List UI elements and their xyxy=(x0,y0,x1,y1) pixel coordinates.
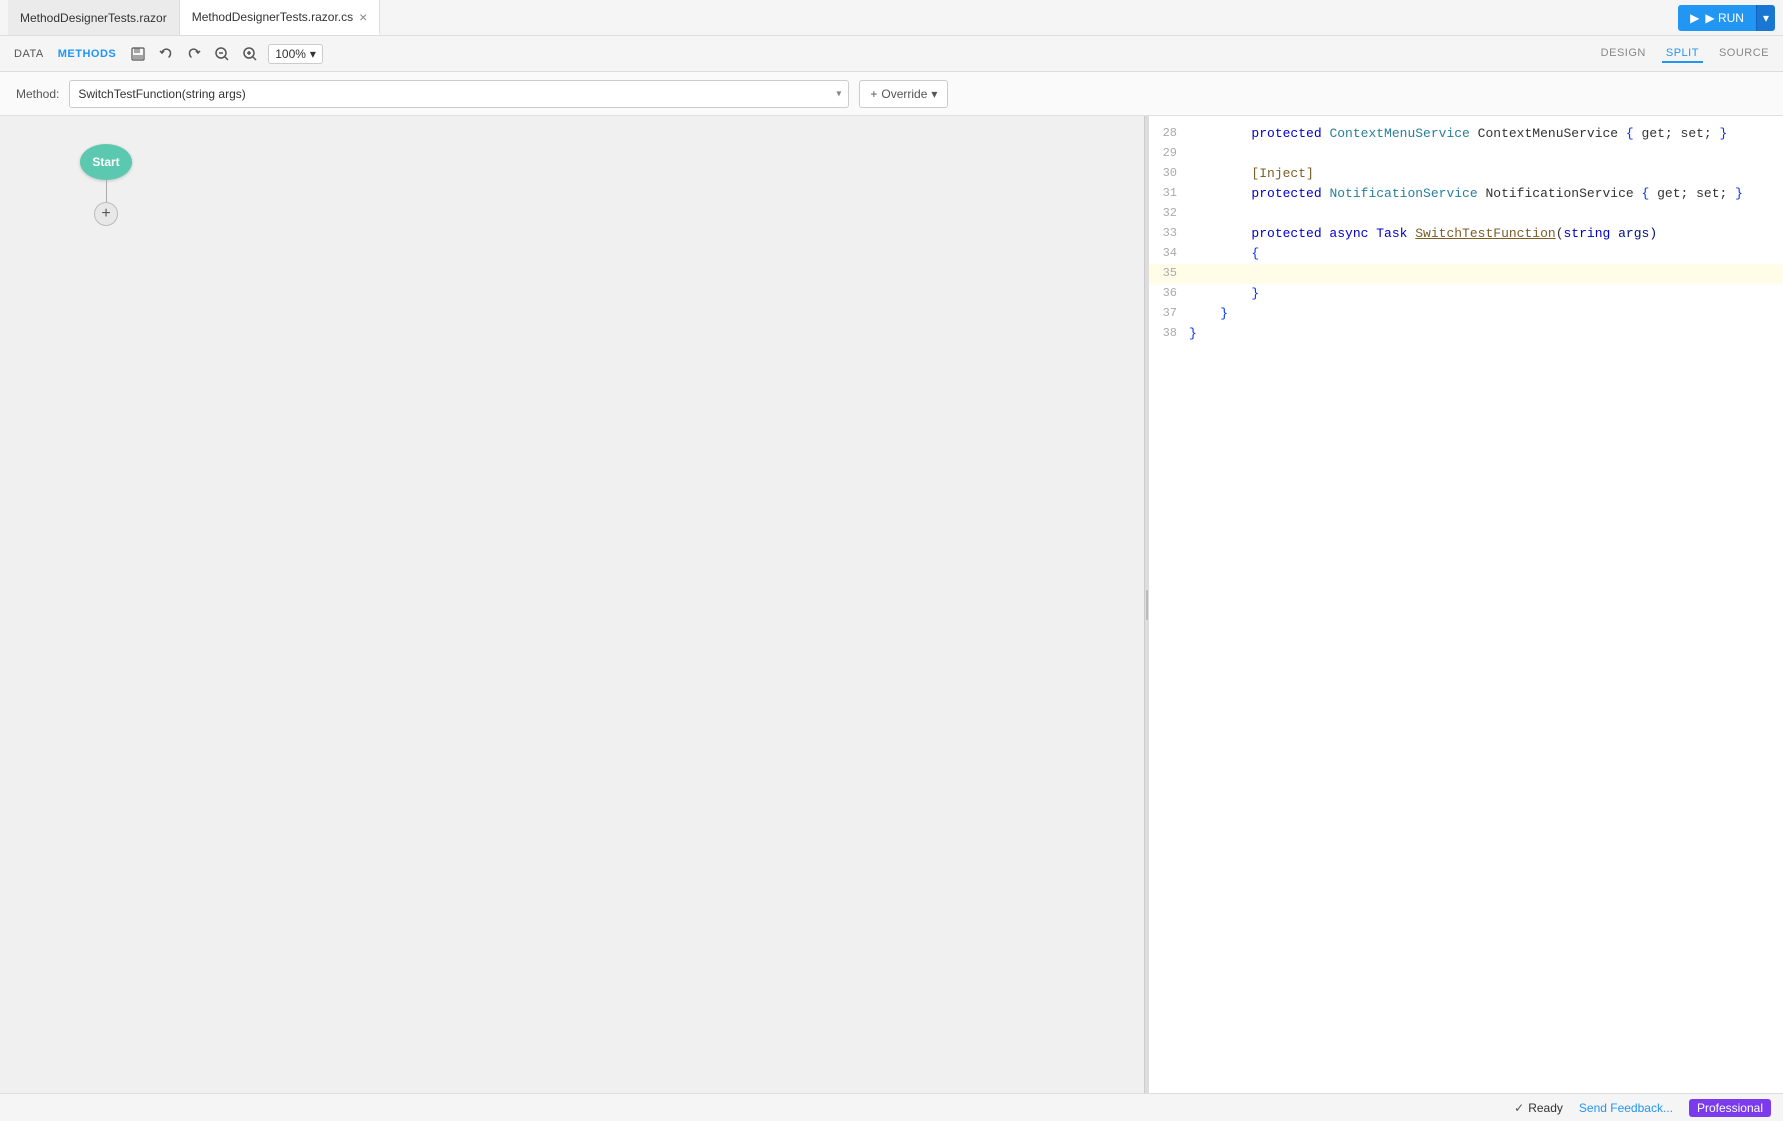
line-content-35 xyxy=(1189,264,1783,284)
zoom-in-icon xyxy=(242,46,258,62)
main-content: Start + 28 protected ContextMenuService … xyxy=(0,116,1783,1093)
line-content-37: } xyxy=(1189,304,1783,324)
ready-label: Ready xyxy=(1528,1101,1563,1115)
tab-design[interactable]: DESIGN xyxy=(1597,45,1650,63)
zoom-level: 100% xyxy=(275,47,306,61)
code-line-38: 38 } xyxy=(1149,324,1783,344)
start-node: Start + xyxy=(80,144,132,226)
line-number-36: 36 xyxy=(1149,284,1189,302)
code-line-32: 32 xyxy=(1149,204,1783,224)
code-line-35: 35 xyxy=(1149,264,1783,284)
close-tab-icon[interactable]: × xyxy=(359,10,367,24)
status-bar: ✓ Ready Send Feedback... Professional xyxy=(0,1093,1783,1121)
line-content-32 xyxy=(1189,204,1783,224)
line-number-35: 35 xyxy=(1149,264,1189,282)
code-editor[interactable]: 28 protected ContextMenuService ContextM… xyxy=(1149,116,1783,1093)
redo-button[interactable] xyxy=(184,44,204,64)
code-line-29: 29 xyxy=(1149,144,1783,164)
zoom-out-button[interactable] xyxy=(212,44,232,64)
line-content-38: } xyxy=(1189,324,1783,344)
tab-inactive-label: MethodDesignerTests.razor xyxy=(20,11,167,25)
line-content-29 xyxy=(1189,144,1783,164)
view-tabs: DESIGN SPLIT SOURCE xyxy=(1597,45,1773,63)
source-pane: 28 protected ContextMenuService ContextM… xyxy=(1149,116,1783,1093)
status-ready: ✓ Ready xyxy=(1514,1101,1563,1115)
start-connector-line xyxy=(106,180,107,202)
zoom-chevron-icon: ▾ xyxy=(310,47,316,61)
chevron-down-icon: ▾ xyxy=(1763,11,1769,25)
top-bar: MethodDesignerTests.razor MethodDesigner… xyxy=(0,0,1783,36)
code-line-30: 30 [Inject] xyxy=(1149,164,1783,184)
line-number-29: 29 xyxy=(1149,144,1189,162)
undo-button[interactable] xyxy=(156,44,176,64)
line-content-28: protected ContextMenuService ContextMenu… xyxy=(1189,124,1783,144)
line-number-37: 37 xyxy=(1149,304,1189,322)
tab-split[interactable]: SPLIT xyxy=(1662,45,1703,63)
tab-list: MethodDesignerTests.razor MethodDesigner… xyxy=(8,0,380,35)
line-content-30: [Inject] xyxy=(1189,164,1783,184)
line-number-33: 33 xyxy=(1149,224,1189,242)
toolbar-left: DATA METHODS xyxy=(10,44,323,64)
save-icon-button[interactable] xyxy=(128,44,148,64)
code-line-37: 37 } xyxy=(1149,304,1783,324)
zoom-out-icon xyxy=(214,46,230,62)
professional-badge: Professional xyxy=(1689,1099,1771,1117)
undo-icon xyxy=(158,46,174,62)
code-line-31: 31 protected NotificationService Notific… xyxy=(1149,184,1783,204)
zoom-dropdown[interactable]: 100% ▾ xyxy=(268,44,323,64)
tab-source[interactable]: SOURCE xyxy=(1715,45,1773,63)
run-label: ▶ RUN xyxy=(1705,11,1744,25)
tab-methods[interactable]: METHODS xyxy=(54,46,121,62)
zoom-in-button[interactable] xyxy=(240,44,260,64)
line-number-30: 30 xyxy=(1149,164,1189,182)
line-content-31: protected NotificationService Notificati… xyxy=(1189,184,1783,204)
code-line-28: 28 protected ContextMenuService ContextM… xyxy=(1149,124,1783,144)
toolbar-row: DATA METHODS xyxy=(0,36,1783,72)
run-icon: ▶ xyxy=(1690,11,1699,25)
code-line-36: 36 } xyxy=(1149,284,1783,304)
run-button-group: ▶ ▶ RUN ▾ xyxy=(1678,5,1775,31)
tab-active-label: MethodDesignerTests.razor.cs xyxy=(192,10,353,24)
line-number-28: 28 xyxy=(1149,124,1189,142)
check-icon: ✓ xyxy=(1514,1101,1524,1115)
code-line-34: 34 { xyxy=(1149,244,1783,264)
method-select[interactable]: SwitchTestFunction(string args) xyxy=(69,80,849,108)
method-select-wrapper: SwitchTestFunction(string args) ▾ xyxy=(69,80,849,108)
send-feedback-link[interactable]: Send Feedback... xyxy=(1579,1101,1673,1115)
tab-data[interactable]: DATA xyxy=(10,46,48,62)
redo-icon xyxy=(186,46,202,62)
start-bubble: Start xyxy=(80,144,132,180)
run-button[interactable]: ▶ ▶ RUN xyxy=(1678,5,1756,31)
override-plus-icon: + xyxy=(870,87,877,101)
nav-tabs: DATA METHODS xyxy=(10,46,120,62)
add-icon: + xyxy=(101,206,110,222)
line-number-32: 32 xyxy=(1149,204,1189,222)
code-line-33: 33 protected async Task SwitchTestFuncti… xyxy=(1149,224,1783,244)
tab-active[interactable]: MethodDesignerTests.razor.cs × xyxy=(180,0,381,35)
override-chevron-icon: ▾ xyxy=(931,87,937,101)
save-icon xyxy=(130,46,146,62)
method-label: Method: xyxy=(16,87,59,101)
line-number-34: 34 xyxy=(1149,244,1189,262)
toolbar-icons: 100% ▾ xyxy=(128,44,323,64)
tab-inactive[interactable]: MethodDesignerTests.razor xyxy=(8,0,180,35)
designer-pane: Start + xyxy=(0,116,1145,1093)
override-button[interactable]: + Override ▾ xyxy=(859,80,948,108)
run-dropdown-arrow[interactable]: ▾ xyxy=(1756,5,1775,31)
line-number-31: 31 xyxy=(1149,184,1189,202)
line-content-34: { xyxy=(1189,244,1783,264)
add-step-button[interactable]: + xyxy=(94,202,118,226)
method-row: Method: SwitchTestFunction(string args) … xyxy=(0,72,1783,116)
line-content-36: } xyxy=(1189,284,1783,304)
line-content-33: protected async Task SwitchTestFunction(… xyxy=(1189,224,1783,244)
override-label: Override xyxy=(881,87,927,101)
line-number-38: 38 xyxy=(1149,324,1189,342)
start-label: Start xyxy=(92,155,119,169)
